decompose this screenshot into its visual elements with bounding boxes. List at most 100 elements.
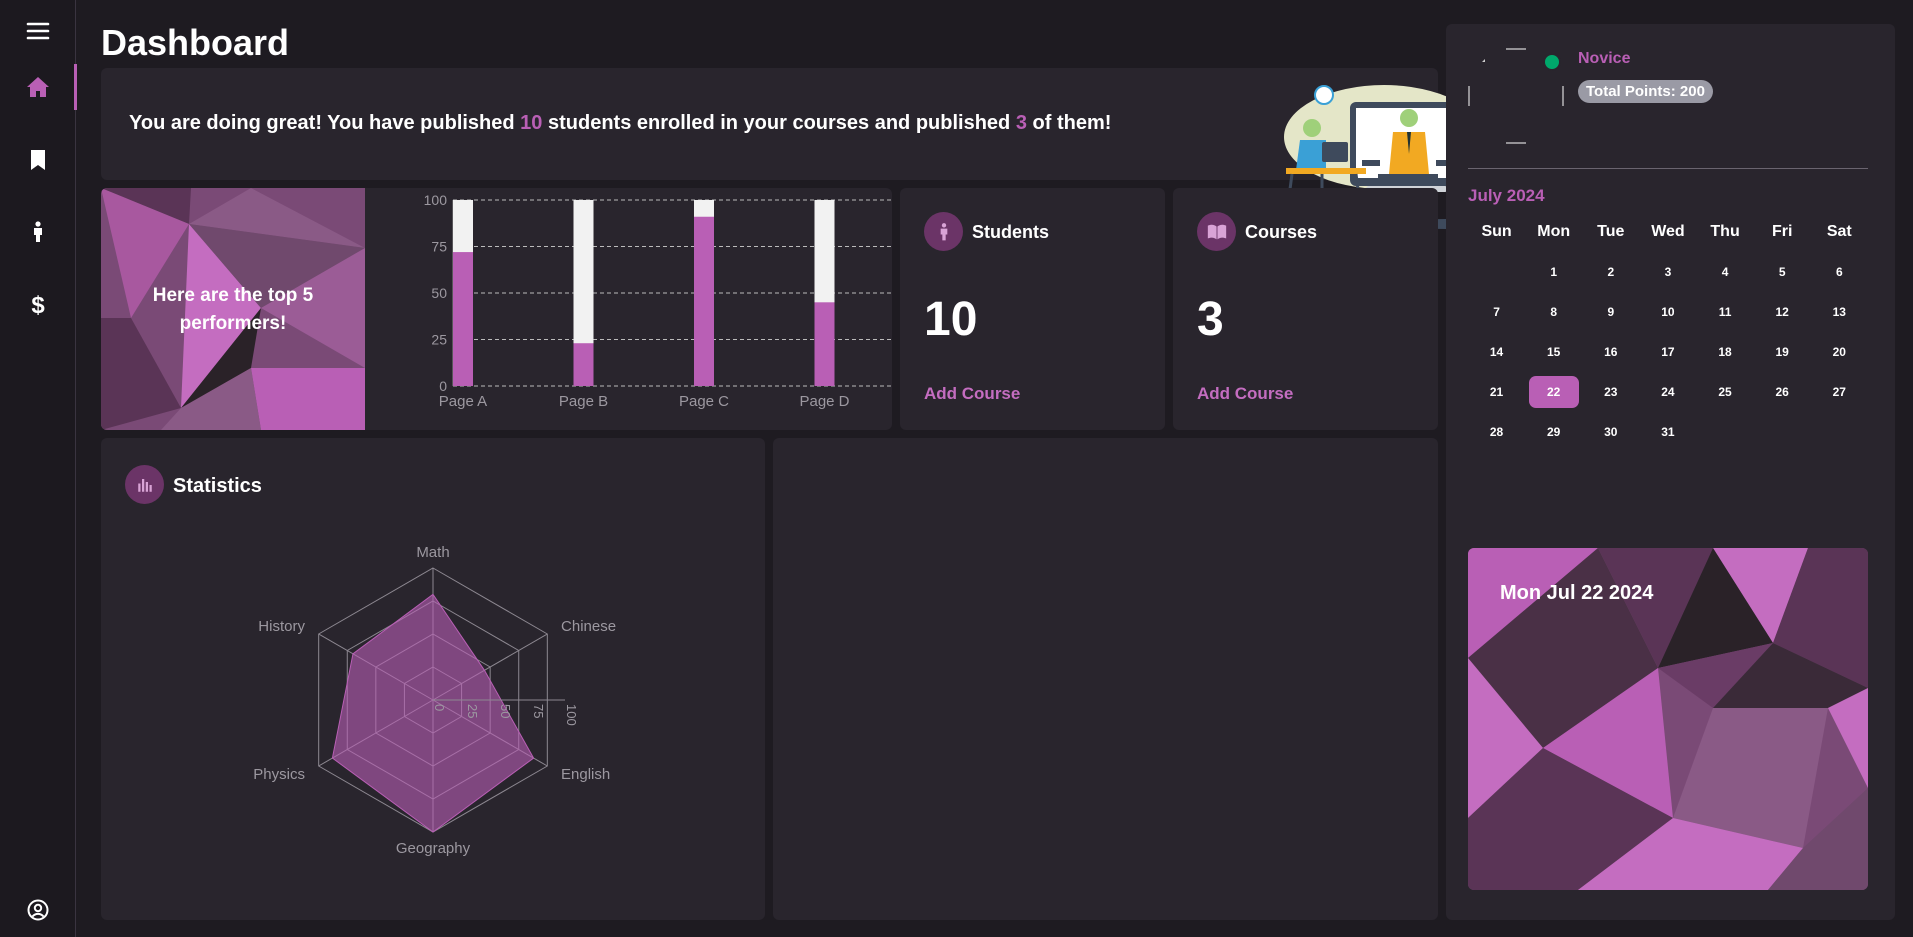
calendar-day[interactable]: 21 (1468, 385, 1525, 399)
nav-students[interactable] (0, 209, 76, 255)
students-label: Students (972, 222, 1050, 242)
calendar-day[interactable]: 18 (1697, 345, 1754, 359)
welcome-banner: You are doing great! You have published … (101, 68, 1488, 229)
calendar-day[interactable]: 28 (1468, 425, 1525, 439)
calendar-day[interactable]: 31 (1639, 425, 1696, 439)
book-icon (1197, 212, 1236, 251)
radar-tick-label: 50 (498, 704, 513, 718)
bar (814, 302, 835, 386)
statistics-title: Statistics (173, 475, 262, 497)
calendar-day[interactable]: 19 (1754, 345, 1811, 359)
calendar-week: 28 29 30 31 (1468, 412, 1868, 452)
add-course-link[interactable]: Add Course (1197, 384, 1293, 404)
radar-tick-label: 100 (564, 704, 579, 726)
calendar-day[interactable]: 1 (1525, 265, 1582, 279)
account-circle-icon (27, 899, 49, 921)
calendar-day[interactable]: 2 (1582, 265, 1639, 279)
calendar-day[interactable]: 10 (1639, 305, 1696, 319)
calendar-week: 14 15 16 17 18 19 20 (1468, 332, 1868, 372)
calendar-day-selected[interactable]: 22 (1525, 376, 1582, 408)
courses-label: Courses (1245, 222, 1318, 242)
profile-panel: Novice Total Points: 200 July 2024 Sun Mo… (1446, 24, 1895, 920)
calendar-day[interactable]: 3 (1639, 265, 1696, 279)
sidebar: $ (0, 0, 77, 937)
online-status-indicator (1543, 53, 1561, 71)
y-tick-label: 25 (431, 332, 447, 348)
calendar-day[interactable]: 9 (1582, 305, 1639, 319)
x-tick-label: Page D (799, 393, 849, 410)
nav-account[interactable] (0, 887, 76, 933)
radar-axis-label: Geography (396, 840, 471, 857)
nav-bookmarks[interactable] (0, 137, 76, 183)
calendar-weekday: Thu (1710, 223, 1740, 240)
x-tick-label: Page B (559, 393, 608, 410)
add-course-link[interactable]: Add Course (924, 384, 1020, 404)
calendar-weekday: Sun (1481, 223, 1512, 240)
x-tick-label: Page C (679, 393, 729, 410)
top-performers-card: Here are the top 5 performers! 0 25 50 75 10… (101, 188, 892, 430)
radar-axis-label: Math (416, 544, 449, 561)
calendar-weekday: Fri (1771, 223, 1793, 240)
total-points-badge: Total Points: 200 (1578, 80, 1713, 103)
calendar-day[interactable]: 4 (1697, 265, 1754, 279)
banner-text: students enrolled in your courses and pu… (542, 112, 1016, 134)
bar (453, 252, 473, 386)
calendar-week: 21 22 23 24 25 26 27 (1468, 372, 1868, 412)
calendar-week: 123456 (1468, 252, 1868, 292)
statistics-card: Statistics 0 25 50 75 100 Math Chinese English G… (101, 438, 765, 920)
banner-courses-count: 3 (1015, 112, 1027, 134)
calendar-day[interactable]: 14 (1468, 345, 1525, 359)
calendar-day[interactable]: 5 (1754, 265, 1811, 279)
calendar-day[interactable]: 25 (1697, 385, 1754, 399)
calendar-weekday: Sat (1826, 223, 1852, 240)
date-card: Mon Jul 22 2024 (1468, 548, 1868, 890)
y-tick-label: 100 (424, 192, 448, 208)
students-card: Students 10 Add Course (900, 188, 1165, 430)
radar-tick-label: 25 (465, 704, 480, 718)
page-title: Dashboard (101, 22, 290, 63)
calendar-day[interactable]: 24 (1639, 385, 1696, 399)
menu-button[interactable] (0, 8, 76, 54)
top-performers-text: Here are the top 5 performers! (152, 285, 314, 334)
bookmark-icon (31, 150, 45, 170)
courses-count: 3 (1197, 293, 1224, 346)
calendar-month: July 2024 (1468, 186, 1545, 205)
banner-students-count: 10 (520, 112, 543, 134)
svg-text:$: $ (31, 292, 45, 316)
nav-payments[interactable]: $ (0, 281, 76, 327)
radar-axis-label: Chinese (561, 618, 616, 635)
student-icon (924, 212, 963, 251)
current-date: Mon Jul 22 2024 (1500, 582, 1654, 604)
calendar-day[interactable]: 7 (1468, 305, 1525, 319)
calendar-day[interactable]: 8 (1525, 305, 1582, 319)
divider (1468, 168, 1868, 169)
calendar-day[interactable]: 12 (1754, 305, 1811, 319)
home-icon (27, 77, 49, 97)
calendar-weekday: Wed (1651, 223, 1685, 240)
calendar-day[interactable]: 26 (1754, 385, 1811, 399)
y-tick-label: 0 (439, 378, 447, 394)
y-tick-label: 75 (431, 239, 447, 255)
calendar-day[interactable]: 23 (1582, 385, 1639, 399)
calendar-day[interactable]: 20 (1811, 345, 1868, 359)
calendar-day[interactable]: 6 (1811, 265, 1868, 279)
top-performers-bar-chart: 0255075100Page APage BPage CPage DPage E (424, 192, 892, 410)
calendar-day[interactable]: 15 (1525, 345, 1582, 359)
calendar-day[interactable]: 17 (1639, 345, 1696, 359)
calendar-day[interactable]: 11 (1697, 305, 1754, 319)
banner-message: You are doing great! You have published … (129, 112, 1111, 135)
calendar-day[interactable]: 27 (1811, 385, 1868, 399)
bar (573, 343, 594, 386)
y-tick-label: 50 (431, 285, 447, 301)
calendar: Sun Mon Tue Wed Thu Fri Sat 1 2 3 4 5 6 7 8 9 10 11 12 13 1… (1468, 220, 1868, 452)
x-tick-label: Page A (439, 393, 487, 410)
bar (694, 216, 714, 386)
radar-axis-label: Physics (253, 766, 305, 783)
calendar-day[interactable]: 13 (1811, 305, 1868, 319)
calendar-day[interactable]: 16 (1582, 345, 1639, 359)
calendar-day[interactable]: 29 (1525, 425, 1582, 439)
calendar-week: 7 8 9 10 11 12 13 (1468, 292, 1868, 332)
nav-home[interactable] (0, 64, 77, 110)
students-count: 10 (924, 293, 978, 346)
calendar-day[interactable]: 30 (1582, 425, 1639, 439)
